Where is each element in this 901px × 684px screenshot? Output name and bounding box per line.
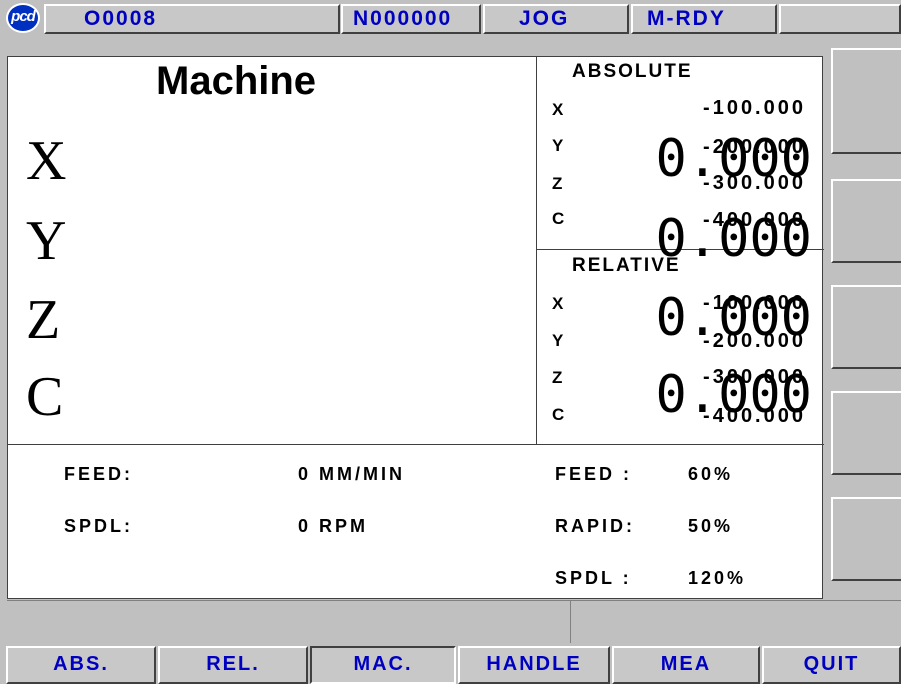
relative-axis-label: Z — [552, 368, 563, 387]
spindle-override-value: 120% — [688, 568, 747, 588]
side-softkey-4[interactable] — [831, 391, 901, 475]
rapid-override-value: 50% — [688, 516, 734, 536]
relative-axis-label: X — [552, 294, 564, 313]
rel-button[interactable]: REL. — [158, 646, 308, 684]
absolute-axis-label: Y — [552, 136, 564, 155]
spindle-label: SPDL: — [64, 516, 133, 536]
sequence-number: N000000 — [341, 4, 481, 34]
pcd-logo-icon: pcd — [6, 3, 40, 33]
absolute-axis-label: C — [552, 209, 565, 228]
feed-override-value: 60% — [688, 464, 734, 484]
side-softkey-1[interactable] — [831, 48, 901, 154]
side-softkey-2[interactable] — [831, 179, 901, 263]
absolute-axis-value: -200.000 — [703, 136, 806, 158]
spindle-value: 0 RPM — [298, 516, 369, 536]
status-extra — [779, 4, 901, 34]
relative-axis-label: C — [552, 405, 565, 424]
position-panel: Machine X 0.000 Y 0.000 Z 0.000 C 0.000 … — [7, 56, 824, 599]
mac-button[interactable]: MAC. — [310, 646, 456, 684]
relative-axis-label: Y — [552, 331, 564, 350]
abs-button[interactable]: ABS. — [6, 646, 156, 684]
feed-value: 0 MM/MIN — [298, 464, 405, 484]
info-divider — [8, 444, 824, 445]
absolute-axis-value: -400.000 — [703, 209, 806, 231]
absolute-axis-label: Z — [552, 174, 563, 193]
program-number: O0008 — [44, 4, 340, 34]
spindle-override-label: SPDL : — [555, 568, 632, 588]
quit-button[interactable]: QUIT — [762, 646, 901, 684]
machine-title: Machine — [156, 59, 317, 103]
mode-indicator: JOG — [483, 4, 629, 34]
status-bar: pcd O0008 N000000 JOG M-RDY — [0, 0, 901, 36]
feed-label: FEED: — [64, 464, 133, 484]
side-softkey-3[interactable] — [831, 285, 901, 369]
relative-axis-value: -200.000 — [703, 330, 806, 352]
absolute-title: ABSOLUTE — [572, 61, 693, 82]
message-bar-divider — [570, 601, 571, 643]
message-bar — [7, 600, 901, 643]
side-softkey-5[interactable] — [831, 497, 901, 581]
machine-axis-label: C — [26, 366, 64, 428]
handle-button[interactable]: HANDLE — [458, 646, 610, 684]
machine-axis-label: X — [26, 130, 67, 192]
feed-override-label: FEED : — [555, 464, 633, 484]
rapid-override-label: RAPID: — [555, 516, 635, 536]
mea-button[interactable]: MEA — [612, 646, 760, 684]
absolute-axis-value: -300.000 — [703, 172, 806, 194]
relative-axis-value: -300.000 — [703, 366, 806, 388]
machine-axis-label: Z — [26, 289, 61, 351]
absolute-axis-label: X — [552, 100, 564, 119]
relative-axis-value: -100.000 — [703, 292, 806, 314]
machine-state: M-RDY — [631, 4, 777, 34]
relative-axis-value: -400.000 — [703, 405, 806, 427]
absolute-axis-value: -100.000 — [703, 97, 806, 119]
machine-axis-label: Y — [26, 210, 67, 272]
relative-title: RELATIVE — [572, 255, 681, 276]
